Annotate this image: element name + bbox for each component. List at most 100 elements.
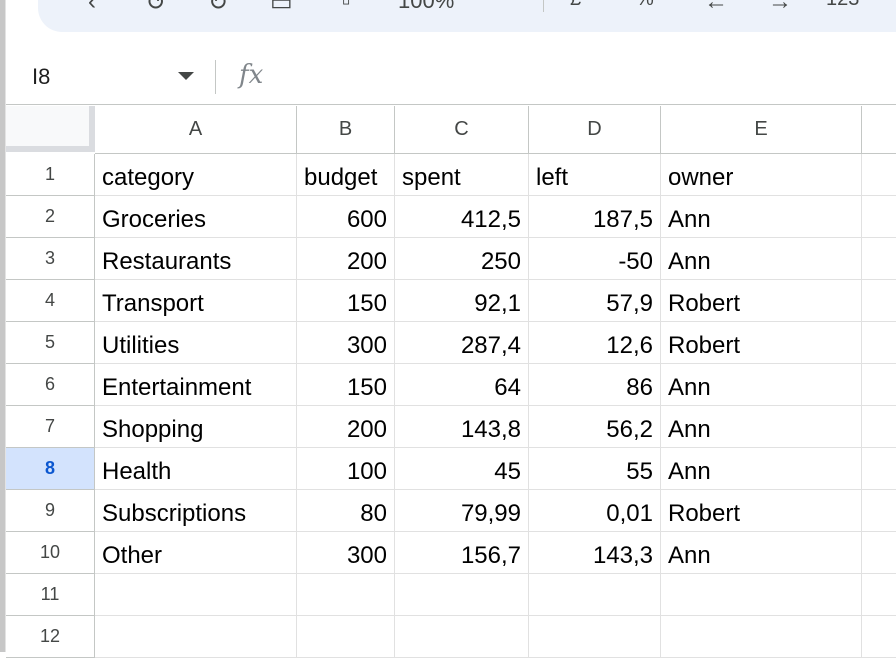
cell-e9[interactable]: Robert <box>661 490 862 532</box>
cell-c11[interactable] <box>395 574 529 616</box>
cell-d10[interactable]: 143,3 <box>529 532 661 574</box>
row-header-4[interactable]: 4 <box>6 280 95 322</box>
cell-b4[interactable]: 150 <box>297 280 395 322</box>
cell-f11[interactable] <box>862 574 896 616</box>
cell-f9[interactable] <box>862 490 896 532</box>
cell-b1[interactable]: budget <box>297 154 395 196</box>
cell-d11[interactable] <box>529 574 661 616</box>
cell-d2[interactable]: 187,5 <box>529 196 661 238</box>
cell-d5[interactable]: 12,6 <box>529 322 661 364</box>
cell-a2[interactable]: Groceries <box>95 196 297 238</box>
undo-icon[interactable]: ‹ <box>88 0 96 16</box>
cell-c9[interactable]: 79,99 <box>395 490 529 532</box>
cell-f2[interactable] <box>862 196 896 238</box>
cell-e6[interactable]: Ann <box>661 364 862 406</box>
cell-e8[interactable]: Ann <box>661 448 862 490</box>
row-header-10[interactable]: 10 <box>6 532 95 574</box>
cell-e1[interactable]: owner <box>661 154 862 196</box>
cell-e4[interactable]: Robert <box>661 280 862 322</box>
increase-decimal-icon[interactable]: → <box>768 0 792 16</box>
fx-icon: fx <box>239 60 264 90</box>
cell-c3[interactable]: 250 <box>395 238 529 280</box>
cell-f8[interactable] <box>862 448 896 490</box>
redo-icon[interactable]: ↺ <box>146 0 166 17</box>
cell-d7[interactable]: 56,2 <box>529 406 661 448</box>
column-header-c[interactable]: C <box>395 106 529 154</box>
cell-f1[interactable] <box>862 154 896 196</box>
row-header-5[interactable]: 5 <box>6 322 95 364</box>
percent-format-button[interactable]: % <box>636 0 654 11</box>
cell-b2[interactable]: 600 <box>297 196 395 238</box>
cell-a1[interactable]: category <box>95 154 297 196</box>
cell-f6[interactable] <box>862 364 896 406</box>
cell-d3[interactable]: -50 <box>529 238 661 280</box>
cell-c2[interactable]: 412,5 <box>395 196 529 238</box>
cell-f10[interactable] <box>862 532 896 574</box>
row-header-9[interactable]: 9 <box>6 490 95 532</box>
cell-b11[interactable] <box>297 574 395 616</box>
column-header-e[interactable]: E <box>661 106 862 154</box>
row-header-11[interactable]: 11 <box>6 574 95 616</box>
row-header-3[interactable]: 3 <box>6 238 95 280</box>
select-all-corner[interactable] <box>6 106 95 152</box>
column-header-a[interactable]: A <box>95 106 297 154</box>
cell-d1[interactable]: left <box>529 154 661 196</box>
cell-c10[interactable]: 156,7 <box>395 532 529 574</box>
formula-bar-separator <box>215 60 216 94</box>
cell-a6[interactable]: Entertainment <box>95 364 297 406</box>
paint-format-icon[interactable]: ▫ <box>342 0 351 16</box>
cell-b7[interactable]: 200 <box>297 406 395 448</box>
cell-c5[interactable]: 287,4 <box>395 322 529 364</box>
row-header-1[interactable]: 1 <box>6 154 95 196</box>
cell-a4[interactable]: Transport <box>95 280 297 322</box>
currency-format-icon[interactable]: £ <box>570 0 581 11</box>
cell-a9[interactable]: Subscriptions <box>95 490 297 532</box>
cell-c8[interactable]: 45 <box>395 448 529 490</box>
column-header-f[interactable] <box>862 106 896 154</box>
zoom-select[interactable]: 100% <box>398 0 454 14</box>
column-header-d[interactable]: D <box>529 106 661 154</box>
name-box[interactable]: I8 <box>6 56 212 96</box>
cell-a7[interactable]: Shopping <box>95 406 297 448</box>
cell-b10[interactable]: 300 <box>297 532 395 574</box>
cell-f4[interactable] <box>862 280 896 322</box>
more-formats-button[interactable]: 123 <box>826 0 859 11</box>
row-header-8[interactable]: 8 <box>6 448 95 490</box>
cell-f5[interactable] <box>862 322 896 364</box>
cell-d8[interactable]: 55 <box>529 448 661 490</box>
cell-e7[interactable]: Ann <box>661 406 862 448</box>
cell-e3[interactable]: Ann <box>661 238 862 280</box>
cell-b5[interactable]: 300 <box>297 322 395 364</box>
cell-a8[interactable]: Health <box>95 448 297 490</box>
formula-bar-divider <box>6 104 896 105</box>
cell-a5[interactable]: Utilities <box>95 322 297 364</box>
row-header-7[interactable]: 7 <box>6 406 95 448</box>
cell-c1[interactable]: spent <box>395 154 529 196</box>
cell-f7[interactable] <box>862 406 896 448</box>
cell-b9[interactable]: 80 <box>297 490 395 532</box>
cell-a11[interactable] <box>95 574 297 616</box>
cell-d9[interactable]: 0,01 <box>529 490 661 532</box>
decrease-decimal-icon[interactable]: ← <box>704 0 728 16</box>
cell-b3[interactable]: 200 <box>297 238 395 280</box>
print-icon[interactable]: ▭ <box>270 0 293 17</box>
row-header-2[interactable]: 2 <box>6 196 95 238</box>
chevron-down-icon[interactable] <box>178 72 194 80</box>
cell-e10[interactable]: Ann <box>661 532 862 574</box>
cell-c4[interactable]: 92,1 <box>395 280 529 322</box>
cell-b6[interactable]: 150 <box>297 364 395 406</box>
cell-d4[interactable]: 57,9 <box>529 280 661 322</box>
repeat-icon[interactable]: ↻ <box>208 0 228 17</box>
cell-e2[interactable]: Ann <box>661 196 862 238</box>
cell-b8[interactable]: 100 <box>297 448 395 490</box>
cell-a3[interactable]: Restaurants <box>95 238 297 280</box>
cell-a10[interactable]: Other <box>95 532 297 574</box>
cell-c7[interactable]: 143,8 <box>395 406 529 448</box>
cell-c6[interactable]: 64 <box>395 364 529 406</box>
cell-e5[interactable]: Robert <box>661 322 862 364</box>
cell-d6[interactable]: 86 <box>529 364 661 406</box>
cell-f3[interactable] <box>862 238 896 280</box>
column-header-b[interactable]: B <box>297 106 395 154</box>
cell-e11[interactable] <box>661 574 862 616</box>
row-header-6[interactable]: 6 <box>6 364 95 406</box>
